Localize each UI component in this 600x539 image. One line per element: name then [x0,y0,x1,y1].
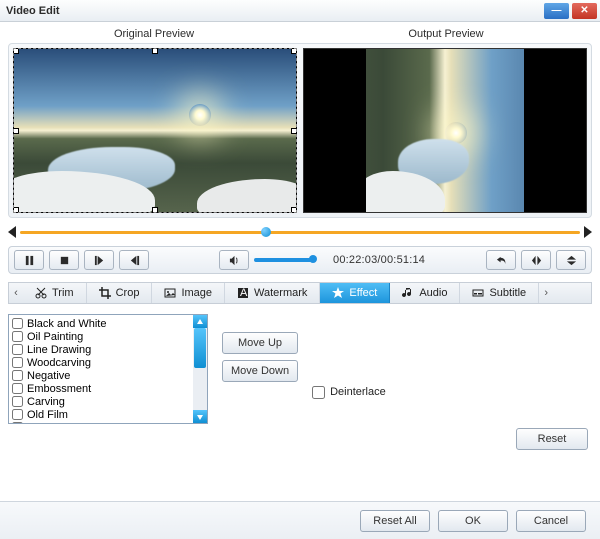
list-item[interactable]: Oil Painting [9,330,193,343]
volume-button[interactable] [219,250,249,270]
volume-thumb[interactable] [309,255,317,263]
effects-listbox[interactable]: Black and White Oil Painting Line Drawin… [8,314,208,424]
tab-label: Crop [116,287,140,299]
timeline-start-arrow-icon [8,226,16,238]
effect-panel: Black and White Oil Painting Line Drawin… [8,314,592,424]
effect-checkbox[interactable] [12,370,23,381]
original-preview[interactable] [13,48,297,213]
ok-button[interactable]: OK [438,510,508,532]
cancel-button[interactable]: Cancel [516,510,586,532]
list-item[interactable]: Carving [9,395,193,408]
move-buttons: Move Up Move Down [222,332,298,424]
pause-button[interactable] [14,250,44,270]
list-item[interactable]: Embossment [9,382,193,395]
window-title: Video Edit [6,5,544,17]
tab-label: Audio [419,287,447,299]
tab-image[interactable]: Image [152,283,225,303]
effect-checkbox[interactable] [12,318,23,329]
tab-label: Subtitle [489,287,526,299]
effect-label: Negative [27,370,70,382]
scroll-up-button[interactable] [193,315,207,328]
timeline-playhead[interactable] [261,227,271,237]
mark-in-button[interactable] [84,250,114,270]
effect-checkbox[interactable] [12,331,23,342]
effect-label: Line Drawing [27,344,91,356]
edit-tabs: ‹ Trim Crop Image A Watermark Effect Audi… [8,282,592,304]
effect-label: Old Film [27,409,68,421]
scroll-down-button[interactable] [193,410,207,423]
effect-label: Black and White [27,318,106,330]
tab-label: Effect [349,287,377,299]
output-preview-label: Output Preview [300,28,592,40]
effect-label: Haze [27,422,53,424]
effect-checkbox[interactable] [12,422,23,423]
tab-watermark[interactable]: A Watermark [225,283,320,303]
effect-label: Oil Painting [27,331,83,343]
list-item[interactable]: Negative [9,369,193,382]
volume-slider[interactable] [254,258,314,262]
original-preview-label: Original Preview [8,28,300,40]
effect-label: Woodcarving [27,357,91,369]
timeline[interactable] [8,224,592,240]
star-icon [332,287,344,299]
crop-icon [99,287,111,299]
scroll-thumb[interactable] [194,328,206,368]
tab-label: Trim [52,287,74,299]
deinterlace-checkbox[interactable] [312,386,325,399]
effect-checkbox[interactable] [12,357,23,368]
list-item[interactable]: Haze [9,421,193,423]
playback-controls: 00:22:03/00:51:14 [8,246,592,274]
reset-button[interactable]: Reset [516,428,588,450]
close-button[interactable]: ✕ [572,3,597,19]
list-item[interactable]: Woodcarving [9,356,193,369]
deinterlace-label: Deinterlace [330,386,386,398]
list-item[interactable]: Black and White [9,317,193,330]
watermark-icon: A [237,287,249,299]
minimize-button[interactable]: — [544,3,569,19]
preview-headers: Original Preview Output Preview [8,28,592,40]
flip-vertical-button[interactable] [556,250,586,270]
tab-label: Image [181,287,212,299]
effect-label: Carving [27,396,65,408]
music-note-icon [402,287,414,299]
deinterlace-option[interactable]: Deinterlace [312,360,386,424]
scissors-icon [35,287,47,299]
stop-button[interactable] [49,250,79,270]
mark-out-button[interactable] [119,250,149,270]
move-up-button[interactable]: Move Up [222,332,298,354]
preview-row [8,43,592,218]
tab-subtitle[interactable]: Subtitle [460,283,539,303]
scroll-track[interactable] [193,328,207,410]
tab-effect[interactable]: Effect [320,283,390,303]
undo-button[interactable] [486,250,516,270]
image-icon [164,287,176,299]
timecode: 00:22:03/00:51:14 [333,254,425,266]
dialog-footer: Reset All OK Cancel [0,501,600,539]
tabs-scroll-left[interactable]: ‹ [9,283,23,303]
listbox-scrollbar[interactable] [193,315,207,423]
effect-checkbox[interactable] [12,409,23,420]
window-controls: — ✕ [544,3,600,19]
flip-horizontal-button[interactable] [521,250,551,270]
tab-crop[interactable]: Crop [87,283,153,303]
move-down-button[interactable]: Move Down [222,360,298,382]
tab-trim[interactable]: Trim [23,283,87,303]
effect-label: Embossment [27,383,91,395]
effect-checkbox[interactable] [12,383,23,394]
list-item[interactable]: Line Drawing [9,343,193,356]
tab-audio[interactable]: Audio [390,283,460,303]
timeline-end-arrow-icon [584,226,592,238]
title-bar: Video Edit — ✕ [0,0,600,22]
effect-checkbox[interactable] [12,396,23,407]
tabs-scroll-right[interactable]: › [539,283,553,303]
effect-checkbox[interactable] [12,344,23,355]
list-item[interactable]: Old Film [9,408,193,421]
effects-list: Black and White Oil Painting Line Drawin… [9,315,193,423]
reset-all-button[interactable]: Reset All [360,510,430,532]
tab-label: Watermark [254,287,307,299]
output-preview [303,48,587,213]
svg-text:A: A [240,287,248,299]
timeline-track[interactable] [20,231,580,234]
subtitle-icon [472,287,484,299]
